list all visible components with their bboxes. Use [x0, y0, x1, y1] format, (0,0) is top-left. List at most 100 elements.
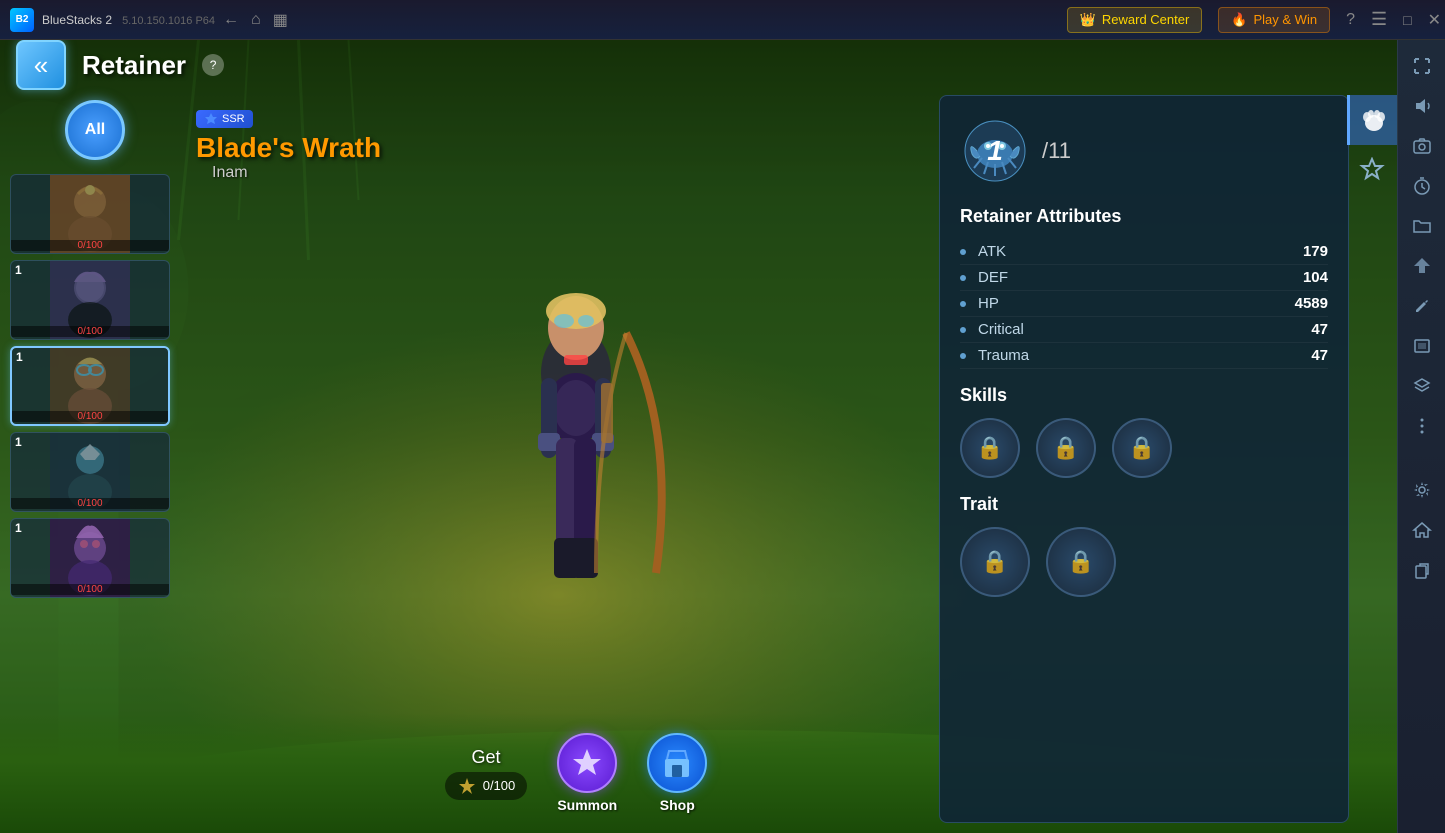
- settings-icon[interactable]: [1404, 472, 1440, 508]
- trait-lock-icon-2: 🔒: [1067, 549, 1094, 575]
- trait-lock-icon-1: 🔒: [981, 549, 1008, 575]
- shop-button[interactable]: Shop: [647, 733, 707, 813]
- airplane-icon[interactable]: [1404, 248, 1440, 284]
- close-icon[interactable]: ✕: [1428, 10, 1441, 30]
- trait-icon-1[interactable]: 🔒: [960, 527, 1030, 597]
- bottom-actions: Get 0/100 Summon Shop: [175, 733, 977, 813]
- reward-center-button[interactable]: 👑 Reward Center: [1067, 7, 1203, 33]
- hp-dot: [960, 301, 966, 307]
- summon-button[interactable]: Summon: [557, 733, 617, 813]
- critical-value: 47: [1311, 321, 1328, 338]
- help-badge[interactable]: ?: [202, 54, 224, 76]
- menu-icon[interactable]: ☰: [1371, 9, 1387, 30]
- lock-icon-1: 🔒: [976, 435, 1003, 461]
- back-nav-icon[interactable]: ←: [223, 11, 239, 29]
- trait-title: Trait: [960, 494, 1328, 515]
- panel-tab-bar: [1347, 95, 1397, 195]
- reward-center-label: Reward Center: [1102, 12, 1189, 27]
- level-number: 1: [987, 135, 1003, 167]
- ssr-badge: SSR: [196, 110, 253, 128]
- level-indicator: 1 /11: [960, 116, 1328, 186]
- trait-section: Trait 🔒 🔒: [960, 494, 1328, 597]
- titlebar: B2 BlueStacks 2 5.10.150.1016 P64 ← ⌂ ▦ …: [0, 0, 1445, 40]
- layers-icon[interactable]: [1404, 368, 1440, 404]
- paw-icon: [1360, 106, 1388, 134]
- skill-icons-row: 🔒 🔒 🔒: [960, 418, 1328, 478]
- critical-label: Critical: [978, 321, 1311, 338]
- char-figure-svg: [416, 233, 736, 733]
- trauma-value: 47: [1311, 347, 1328, 364]
- char-progress-3: 0/100: [12, 411, 168, 422]
- attributes-title: Retainer Attributes: [960, 206, 1328, 227]
- shop-label: Shop: [660, 797, 695, 813]
- char-list-item[interactable]: 0/100: [10, 174, 170, 254]
- skill-icon-3[interactable]: 🔒: [1112, 418, 1172, 478]
- titlebar-nav: ← ⌂ ▦: [223, 10, 288, 30]
- screenshot-icon[interactable]: [1404, 328, 1440, 364]
- char-subtitle: Inam: [196, 164, 381, 182]
- hp-value: 4589: [1295, 295, 1328, 312]
- maximize-icon[interactable]: □: [1403, 12, 1411, 28]
- trait-icon-2[interactable]: 🔒: [1046, 527, 1116, 597]
- char-list-item[interactable]: 1 0/100: [10, 518, 170, 598]
- char-header: SSR Blade's Wrath Inam: [180, 102, 397, 190]
- titlebar-center: 👑 Reward Center 🔥 Play & Win ? ☰ □ ✕: [1067, 7, 1445, 33]
- paw-tab[interactable]: [1347, 95, 1397, 145]
- right-info-panel: 1 /11 Retainer Attributes ATK 179 DEF 10…: [939, 95, 1349, 823]
- camera-icon[interactable]: [1404, 128, 1440, 164]
- play-win-button[interactable]: 🔥 Play & Win: [1218, 7, 1330, 33]
- shop-icon: [647, 733, 707, 793]
- game-area: « Retainer ? All: [0, 40, 1397, 833]
- folder-icon[interactable]: [1404, 208, 1440, 244]
- char-progress-1: 0/100: [11, 240, 169, 251]
- volume-icon[interactable]: [1404, 88, 1440, 124]
- page-title: Retainer: [82, 50, 186, 81]
- edit-icon[interactable]: [1404, 288, 1440, 324]
- skills-section: Skills 🔒 🔒 🔒: [960, 385, 1328, 478]
- lock-icon-3: 🔒: [1128, 435, 1155, 461]
- critical-row: Critical 47: [960, 317, 1328, 343]
- fire-icon: 🔥: [1231, 12, 1247, 28]
- more-icon[interactable]: [1404, 408, 1440, 444]
- all-filter-button[interactable]: All: [65, 100, 125, 160]
- help-icon[interactable]: ?: [1346, 11, 1355, 29]
- fullscreen-icon[interactable]: [1404, 48, 1440, 84]
- char-figure-area: [175, 140, 977, 733]
- resource-indicator: 0/100: [445, 772, 528, 800]
- summon-label: Summon: [557, 797, 617, 813]
- atk-dot: [960, 249, 966, 255]
- get-label: Get: [471, 747, 500, 768]
- home-sidebar-icon[interactable]: [1404, 512, 1440, 548]
- star-icon: [1359, 157, 1385, 183]
- level-max: /11: [1042, 138, 1071, 164]
- skill-icon-2[interactable]: 🔒: [1036, 418, 1096, 478]
- get-section: Get 0/100: [445, 747, 528, 800]
- def-label: DEF: [978, 269, 1303, 286]
- crown-icon: 👑: [1080, 12, 1096, 28]
- titlebar-left: B2 BlueStacks 2 5.10.150.1016 P64 ← ⌂ ▦: [0, 8, 1067, 32]
- level-icon-wrap: 1: [960, 116, 1030, 186]
- trait-icons-row: 🔒 🔒: [960, 527, 1328, 597]
- skill-icon-1[interactable]: 🔒: [960, 418, 1020, 478]
- char-progress-2: 0/100: [11, 326, 169, 337]
- character-list: All 0/100 1: [10, 100, 170, 823]
- char-name: Blade's Wrath: [196, 132, 381, 164]
- atk-label: ATK: [978, 243, 1303, 260]
- app-name: BlueStacks 2 5.10.150.1016 P64: [42, 13, 215, 27]
- hp-label: HP: [978, 295, 1295, 312]
- home-nav-icon[interactable]: ⌂: [251, 11, 261, 29]
- def-value: 104: [1303, 269, 1328, 286]
- timer-icon[interactable]: [1404, 168, 1440, 204]
- char-list-item[interactable]: 1 0/100: [10, 260, 170, 340]
- back-button[interactable]: «: [16, 40, 66, 90]
- play-win-label: Play & Win: [1254, 12, 1318, 27]
- char-list-item-selected[interactable]: 1 0/100: [10, 346, 170, 426]
- char-progress-5: 0/100: [11, 584, 169, 595]
- star-tab[interactable]: [1347, 145, 1397, 195]
- multi-window-icon[interactable]: ▦: [273, 10, 288, 30]
- trauma-row: Trauma 47: [960, 343, 1328, 369]
- bluestacks-logo: B2: [10, 8, 34, 32]
- def-dot: [960, 275, 966, 281]
- copy-icon[interactable]: [1404, 552, 1440, 588]
- char-list-item[interactable]: 1 0/100: [10, 432, 170, 512]
